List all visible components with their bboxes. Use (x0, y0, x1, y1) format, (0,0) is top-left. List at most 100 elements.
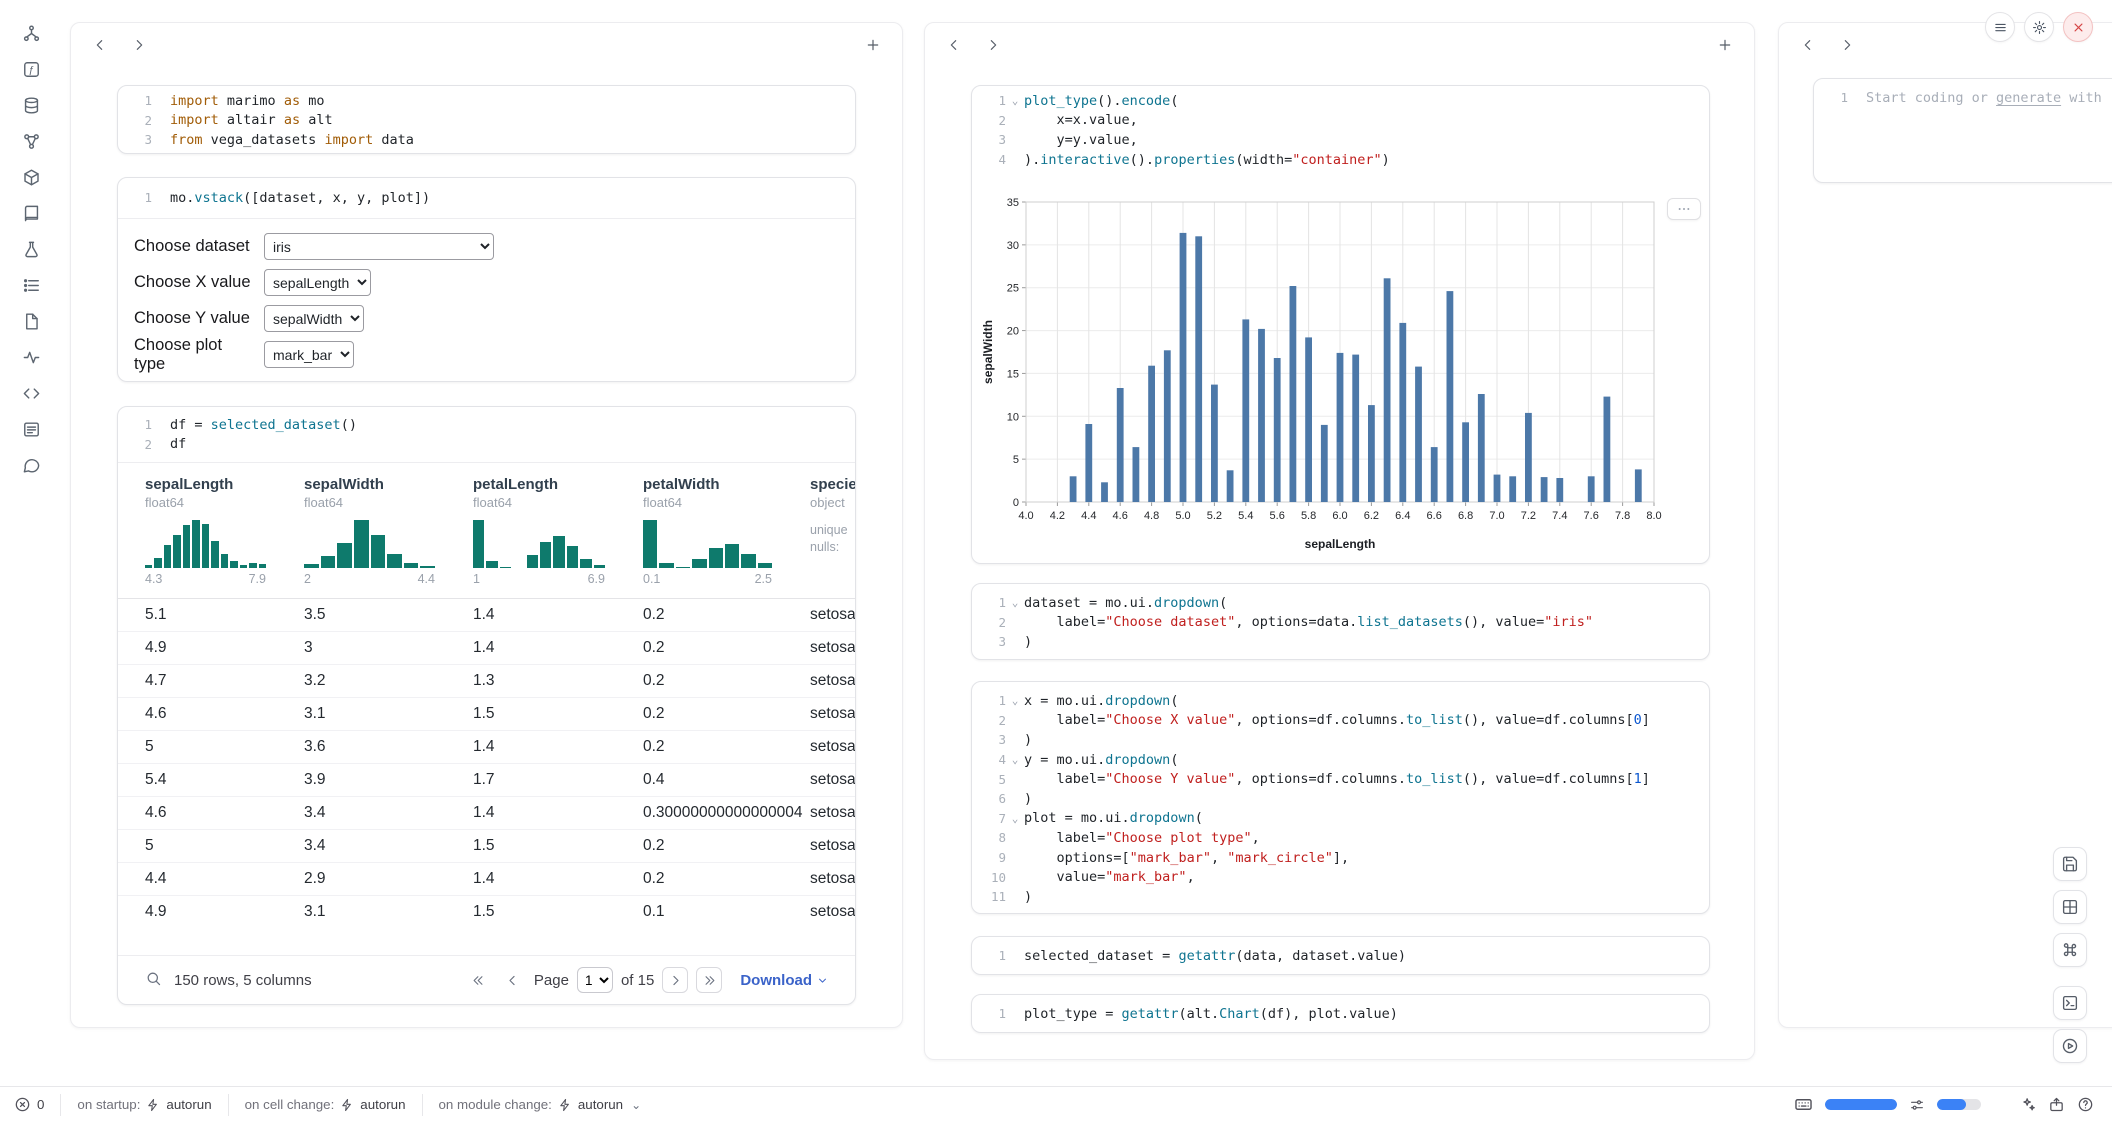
run-all-button[interactable] (2053, 1029, 2087, 1063)
histogram-bar (154, 558, 161, 568)
svg-text:10: 10 (1007, 411, 1019, 423)
fold-toggle-icon[interactable]: ⌄ (1006, 753, 1024, 766)
ai-assist-button[interactable] (2019, 1096, 2036, 1113)
panel-notebook-button[interactable] (19, 201, 44, 226)
histogram-bar (473, 520, 484, 568)
histogram-bar (145, 565, 152, 568)
console-button[interactable] (2053, 986, 2087, 1020)
cell-imports[interactable]: 1import marimo as mo2import altair as al… (117, 85, 856, 154)
generate-with-ai-link[interactable]: generate (1996, 90, 2061, 106)
line-number: 3 (972, 132, 1006, 147)
choose-plot-type-select[interactable]: mark_bar (264, 341, 354, 368)
page-select[interactable]: 1 (577, 967, 613, 993)
table-row[interactable]: 4.63.11.50.2setosa (118, 697, 855, 730)
next-page-button[interactable] (662, 967, 688, 993)
panel-logs-button[interactable] (19, 417, 44, 442)
line-number: 3 (118, 132, 152, 147)
column-histogram[interactable] (643, 518, 772, 568)
cell-dataset-dropdown[interactable]: 1⌄dataset = mo.ui.dropdown(2 label="Choo… (971, 583, 1710, 660)
svg-text:6.2: 6.2 (1364, 510, 1379, 522)
keyboard-shortcuts-button[interactable] (2053, 933, 2087, 967)
panel-outline-button[interactable] (19, 273, 44, 298)
cell-plot-type[interactable]: 1plot_type = getattr(alt.Chart(df), plot… (971, 994, 1710, 1033)
panel-dependency-graph-button[interactable] (19, 129, 44, 154)
download-button[interactable]: Download (740, 972, 829, 989)
table-row[interactable]: 4.93.11.50.1setosa (118, 895, 855, 928)
column-next-button[interactable] (1834, 32, 1860, 58)
code-text: df = selected_dataset() (170, 417, 357, 433)
column-prev-button[interactable] (1795, 32, 1821, 58)
column-histogram[interactable] (473, 518, 605, 568)
table-cell: 1.4 (473, 870, 643, 888)
panel-file-tree-button[interactable] (19, 21, 44, 46)
save-button[interactable] (2053, 847, 2087, 881)
keyboard-button[interactable] (1794, 1095, 1813, 1114)
table-search-button[interactable] (145, 970, 162, 990)
runtime-config-2[interactable]: on module change:autorun⌄ (439, 1097, 642, 1112)
choose-dataset-select[interactable]: iris (264, 233, 494, 260)
fold-toggle-icon[interactable]: ⌄ (1006, 694, 1024, 707)
panel-beaker-button[interactable] (19, 237, 44, 262)
panel-tracing-button[interactable] (19, 345, 44, 370)
table-cell: setosa (810, 738, 855, 756)
share-button[interactable] (2048, 1096, 2065, 1113)
table-row[interactable]: 5.13.51.40.2setosa (118, 598, 855, 631)
table-row[interactable]: 4.73.21.30.2setosa (118, 664, 855, 697)
cell-selected-dataset[interactable]: 1selected_dataset = getattr(data, datase… (971, 936, 1710, 975)
column-next-button[interactable] (126, 32, 152, 58)
fold-toggle-icon[interactable]: ⌄ (1006, 812, 1024, 825)
table-row[interactable]: 5.43.91.70.4setosa (118, 763, 855, 796)
settings-button[interactable] (2024, 12, 2054, 42)
histogram-bar (221, 554, 228, 568)
histogram-bar (211, 541, 218, 569)
panel-packages-button[interactable] (19, 165, 44, 190)
table-cell: 0.2 (643, 606, 810, 624)
table-row[interactable]: 4.63.41.40.30000000000000004setosa (118, 796, 855, 829)
column-histogram[interactable] (304, 518, 435, 568)
table-row[interactable]: 53.41.50.2setosa (118, 829, 855, 862)
panel-document-button[interactable] (19, 309, 44, 334)
cell-dataframe[interactable]: 1df = selected_dataset()2df sepalLengthf… (117, 406, 856, 1005)
chart-actions-button[interactable] (1667, 198, 1701, 220)
panel-functions-button[interactable]: ƒ (19, 57, 44, 82)
prev-page-button[interactable] (500, 967, 526, 993)
column-next-button[interactable] (980, 32, 1006, 58)
code-line: 1selected_dataset = getattr(data, datase… (972, 946, 1709, 966)
choose-x-value-select[interactable]: sepalLength (264, 269, 371, 296)
last-page-button[interactable] (696, 967, 722, 993)
memory-usage-meter[interactable] (1937, 1099, 1981, 1110)
help-button[interactable] (2077, 1096, 2094, 1113)
column-histogram[interactable] (145, 518, 266, 568)
panel-snippets-button[interactable] (19, 381, 44, 406)
cpu-usage-meter[interactable] (1825, 1099, 1897, 1110)
choose-y-value-select[interactable]: sepalWidth (264, 305, 364, 332)
column-meta-line: unique (810, 522, 855, 539)
first-page-button[interactable] (466, 967, 492, 993)
table-row[interactable]: 53.61.40.2setosa (118, 730, 855, 763)
sliders-button[interactable] (1909, 1097, 1925, 1113)
fold-toggle-icon[interactable]: ⌄ (1006, 94, 1024, 107)
table-row[interactable]: 4.931.40.2setosa (118, 631, 855, 664)
fold-toggle-icon[interactable]: ⌄ (1006, 596, 1024, 609)
altair-bar-chart[interactable]: 4.04.24.44.64.85.05.25.45.65.86.06.26.46… (980, 186, 1684, 558)
runtime-config-1[interactable]: on cell change:autorun (245, 1097, 406, 1112)
table-row[interactable]: 4.42.91.40.2setosa (118, 862, 855, 895)
cell-vstack[interactable]: 1mo.vstack([dataset, x, y, plot]) Choose… (117, 177, 856, 382)
menu-icon (1993, 20, 2008, 35)
add-cell-button[interactable] (860, 32, 886, 58)
layout-button[interactable] (2053, 890, 2087, 924)
menu-button[interactable] (1985, 12, 2015, 42)
plus-icon (865, 37, 881, 53)
hist-min: 1 (473, 572, 480, 586)
panel-datasets-button[interactable] (19, 93, 44, 118)
column-prev-button[interactable] (87, 32, 113, 58)
runtime-config-0[interactable]: on startup:autorun (77, 1097, 211, 1112)
error-indicator[interactable]: 0 (14, 1096, 44, 1113)
cell-empty-editor[interactable]: 1Start coding or generate with (1813, 78, 2112, 183)
shutdown-button[interactable] (2063, 12, 2093, 42)
panel-chat-button[interactable] (19, 453, 44, 478)
cell-plot[interactable]: 1⌄plot_type().encode(2 x=x.value,3 y=y.v… (971, 85, 1710, 564)
add-cell-button[interactable] (1712, 32, 1738, 58)
column-prev-button[interactable] (941, 32, 967, 58)
cell-xy-plot-dropdowns[interactable]: 1⌄x = mo.ui.dropdown(2 label="Choose X v… (971, 681, 1710, 914)
